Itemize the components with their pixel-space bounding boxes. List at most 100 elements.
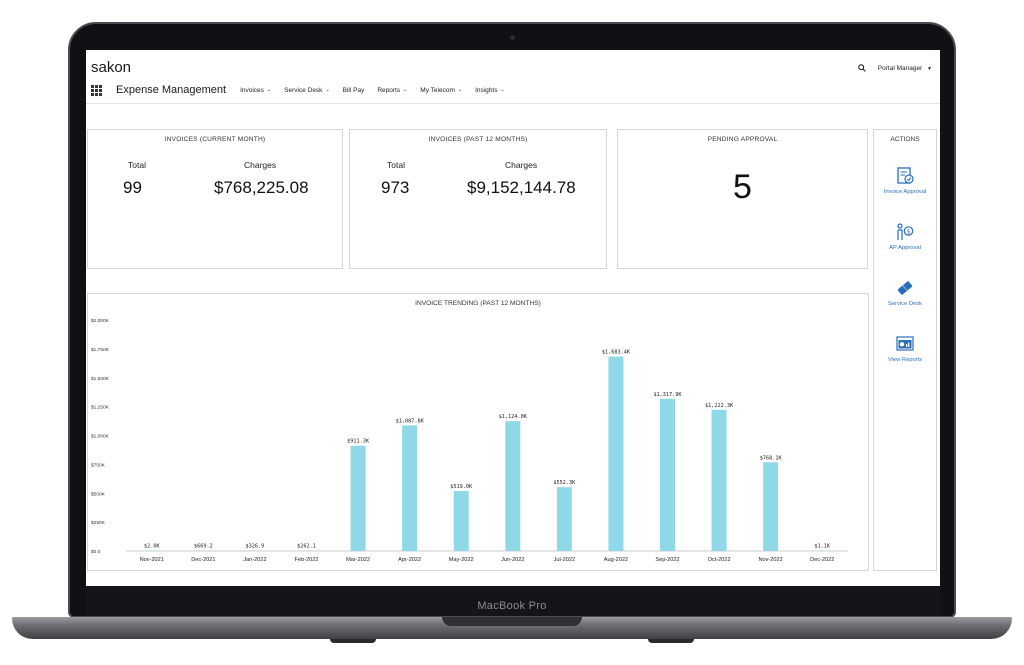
user-menu[interactable]: Portal Manager ▼: [878, 65, 932, 72]
chart-bar[interactable]: [350, 445, 366, 551]
action-label: AP Approval: [889, 245, 921, 251]
sakon-logo[interactable]: sakon: [91, 59, 131, 76]
camera-icon: [510, 35, 515, 40]
nav-my-telecom[interactable]: My Telecom ⌄: [420, 87, 462, 94]
bar-data-label: $552.3K: [553, 480, 576, 486]
service-desk-action[interactable]: Service Desk: [874, 278, 936, 307]
y-tick-label: $500K: [91, 491, 106, 497]
y-tick-label: $1,250K: [91, 405, 110, 411]
nav-service-desk[interactable]: Service Desk ⌄: [284, 87, 330, 94]
chart-canvas: $0.0 $250K $500K $750K $1,000K $1,250K $1,500K…: [91, 318, 848, 563]
chevron-down-icon: ⌄: [266, 87, 272, 93]
ap-approval-icon: $: [897, 223, 914, 240]
search-icon[interactable]: [858, 64, 866, 72]
nav-bill-pay[interactable]: Bill Pay: [343, 87, 365, 94]
y-tick-label: $1,500K: [91, 376, 110, 382]
invoices-past-12-months-card: INVOICES (PAST 12 MONTHS) Total Charges …: [349, 129, 607, 269]
laptop-foot: [648, 639, 694, 643]
total-label: Total: [387, 160, 405, 170]
chart-bar[interactable]: [660, 398, 675, 551]
nav-label: My Telecom: [420, 86, 455, 94]
charges-value: $9,152,144.78: [467, 178, 576, 197]
y-tick-label: $2,000K: [91, 318, 110, 324]
svg-text:$: $: [907, 228, 911, 235]
x-tick-label: Sep-2022: [655, 557, 679, 563]
header-divider: [86, 103, 940, 104]
actions-panel: ACTIONS Invoice Approval $ AP Approval S…: [873, 129, 937, 571]
nav-label: Reports: [377, 86, 401, 94]
bar-data-label: $1,087.8K: [396, 418, 425, 424]
x-tick-label: Mar-2022: [346, 557, 370, 563]
chart-bar[interactable]: [711, 409, 727, 551]
x-tick-label: Dec-2021: [191, 557, 215, 563]
charges-label: Charges: [505, 160, 538, 170]
bar-data-label: $2.0K: [144, 544, 160, 550]
user-menu-label: Portal Manager: [877, 64, 923, 72]
chart-bar[interactable]: [763, 462, 779, 551]
x-tick-label: Jul-2022: [554, 557, 575, 563]
charges-value: $768,225.08: [214, 178, 309, 197]
nav-label: Bill Pay: [342, 86, 365, 94]
bar-data-label: $1.1K: [814, 544, 830, 550]
view-reports-icon: [896, 336, 914, 351]
charges-label: Charges: [244, 160, 277, 170]
nav-label: Invoices: [240, 86, 264, 94]
invoices-current-month-card: INVOICES (CURRENT MONTH) Total Charges 9…: [87, 129, 343, 269]
chevron-down-icon: ⌄: [500, 87, 505, 93]
laptop-foot: [330, 639, 376, 643]
apps-grid-icon[interactable]: [91, 84, 102, 96]
invoice-approval-action[interactable]: Invoice Approval: [874, 166, 936, 195]
bar-data-label: $1,683.4K: [602, 350, 631, 356]
view-reports-action[interactable]: View Reports: [874, 334, 936, 363]
chart-bar[interactable]: [402, 425, 418, 551]
chevron-down-icon: ⌄: [457, 87, 463, 93]
pending-approval-card[interactable]: PENDING APPROVAL 5: [617, 129, 868, 269]
chart-bar[interactable]: [556, 487, 572, 551]
y-tick-label: $750K: [91, 462, 106, 468]
device-brand-label: MacBook Pro: [477, 600, 547, 612]
bar-data-label: $1,222.3K: [705, 403, 734, 409]
pending-approval-count: 5: [733, 168, 752, 206]
bar-data-label: $1,124.0K: [499, 414, 528, 420]
x-tick-label: Nov-2021: [140, 557, 164, 563]
action-label: View Reports: [887, 357, 923, 363]
invoice-trending-chart: INVOICE TRENDING (PAST 12 MONTHS) $0.0 $2…: [87, 293, 869, 571]
y-tick-label: $1,750K: [91, 347, 110, 353]
nav-label: Service Desk: [284, 86, 323, 94]
action-label: Invoice Approval: [883, 189, 927, 195]
bar-data-label: $519.0K: [450, 484, 473, 490]
chevron-down-icon: ▼: [927, 65, 932, 72]
actions-title: ACTIONS: [890, 136, 920, 143]
total-value: 99: [123, 178, 142, 197]
y-tick-label: $250K: [91, 520, 106, 526]
service-desk-icon: [897, 281, 913, 295]
main-nav: Expense Management Invoices ⌄ Service Des…: [91, 84, 518, 96]
x-tick-label: Oct-2022: [708, 557, 731, 563]
x-tick-label: May-2022: [449, 557, 474, 563]
x-tick-label: Jan-2022: [243, 557, 266, 563]
chevron-down-icon: ⌄: [325, 87, 330, 93]
total-value: 973: [381, 178, 410, 197]
x-tick-label: Aug-2022: [604, 557, 628, 563]
y-tick-label: $0.0: [91, 549, 101, 555]
x-tick-label: Dec-2022: [810, 557, 834, 563]
nav-reports[interactable]: Reports ⌄: [377, 87, 407, 94]
chart-bar[interactable]: [608, 356, 624, 551]
x-tick-label: Apr-2022: [398, 557, 421, 563]
header-right: Portal Manager ▼: [858, 64, 932, 72]
nav-insights[interactable]: Insights ⌄: [475, 87, 505, 94]
chart-bar[interactable]: [505, 421, 521, 551]
app-title: Expense Management: [116, 84, 227, 96]
ap-approval-action[interactable]: $ AP Approval: [874, 222, 936, 251]
action-label: Service Desk: [887, 301, 923, 307]
chart-bar[interactable]: [453, 491, 469, 551]
bar-data-label: $326.9: [246, 544, 265, 550]
bar-data-label: $262.1: [297, 544, 316, 550]
base-notch: [442, 617, 582, 626]
chevron-down-icon: ⌄: [403, 87, 408, 93]
bar-data-label: $911.3K: [347, 439, 370, 445]
nav-invoices[interactable]: Invoices ⌄: [240, 87, 271, 94]
x-tick-label: Jun-2022: [501, 557, 524, 563]
card-title: INVOICES (PAST 12 MONTHS): [428, 136, 528, 143]
bar-data-label: $768.1K: [760, 455, 783, 461]
